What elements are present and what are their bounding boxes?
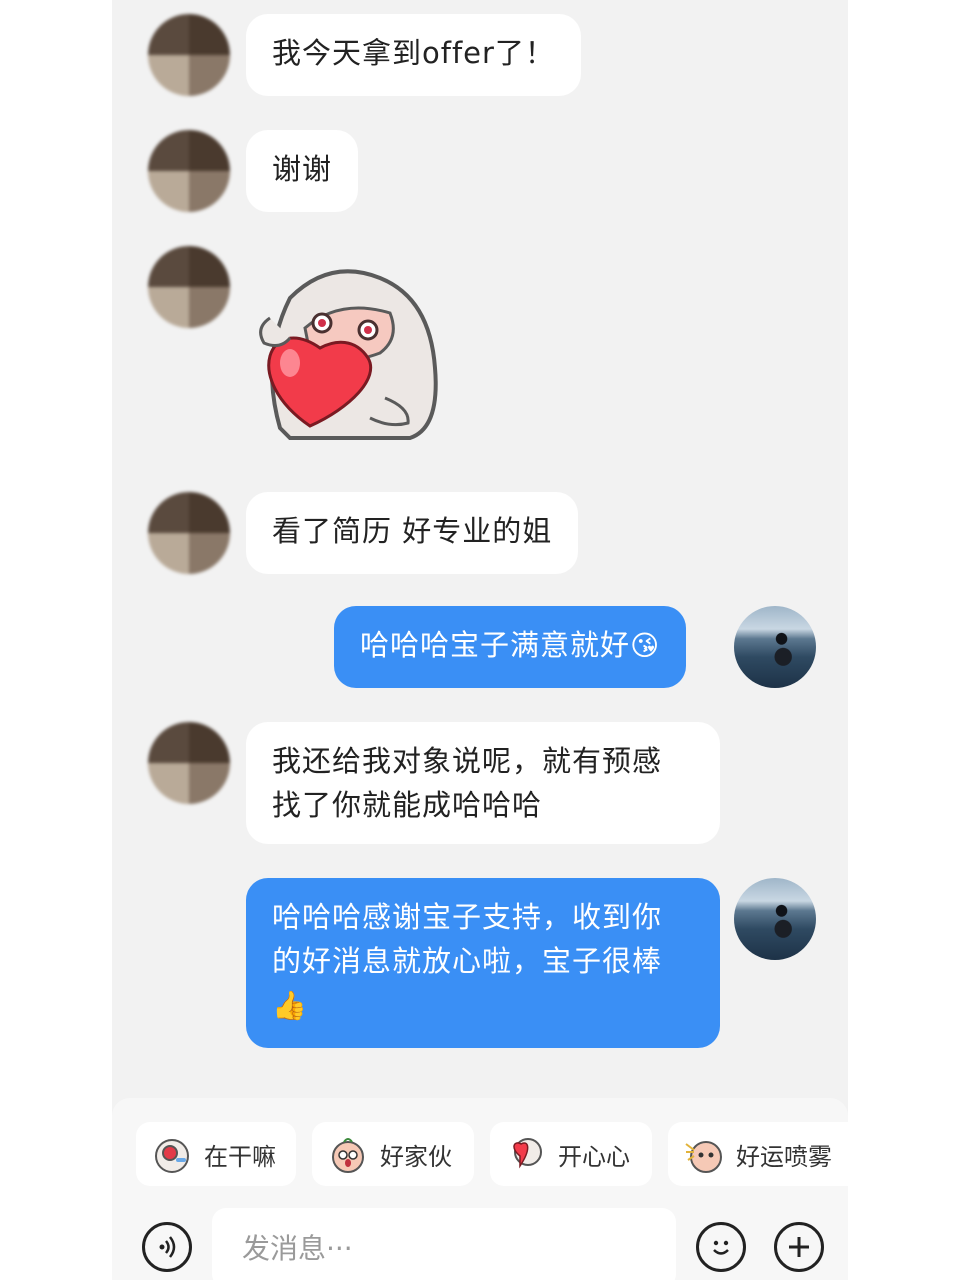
contact-avatar[interactable] [148,130,230,212]
thumbs-up-emoji-icon: 👍 [272,989,308,1022]
message-bubble[interactable]: 我今天拿到offer了！ [246,14,581,96]
my-avatar[interactable] [734,606,816,688]
message-input[interactable] [212,1208,676,1280]
message-text: 我今天拿到offer了！ [272,36,555,70]
chat-screen: 我今天拿到offer了！ 谢谢 看了简历 好专业的姐 哈哈哈宝子满意就好😘 我还… [112,0,848,1280]
input-row [112,1108,848,1280]
contact-avatar[interactable] [148,492,230,574]
message-bubble[interactable]: 谢谢 [246,130,359,212]
message-text-line: 我还给我对象说呢，就有预感 [272,744,663,778]
contact-avatar[interactable] [148,14,230,96]
kiss-emoji-icon: 😘 [630,629,661,662]
contact-avatar[interactable] [148,246,230,328]
message-text-line: 的好消息就放心啦，宝子很棒 [272,944,663,978]
my-message-bubble[interactable]: 哈哈哈感谢宝子支持，收到你 的好消息就放心啦，宝子很棒 👍 [246,878,720,1048]
message-text: 看了简历 好专业的姐 [272,514,553,548]
more-actions-button[interactable] [774,1222,824,1272]
message-text-line: 找了你就能成哈哈哈 [272,788,543,822]
message-text-line: 哈哈哈感谢宝子支持，收到你 [272,900,663,934]
message-text: 哈哈哈宝子满意就好 [360,628,631,662]
plus-icon [789,1237,809,1257]
my-avatar[interactable] [734,878,816,960]
smiley-face-icon [713,1240,729,1255]
my-message-bubble[interactable]: 哈哈哈宝子满意就好😘 [334,606,687,688]
voice-button[interactable] [142,1222,192,1272]
message-text: 谢谢 [272,152,333,186]
emoji-button[interactable] [696,1222,746,1272]
contact-avatar[interactable] [148,722,230,804]
heart-hug-sticker[interactable] [250,258,450,448]
message-bubble[interactable]: 看了简历 好专业的姐 [246,492,579,574]
voice-wave-icon [159,1236,176,1258]
message-bubble[interactable]: 我还给我对象说呢，就有预感 找了你就能成哈哈哈 [246,722,720,844]
